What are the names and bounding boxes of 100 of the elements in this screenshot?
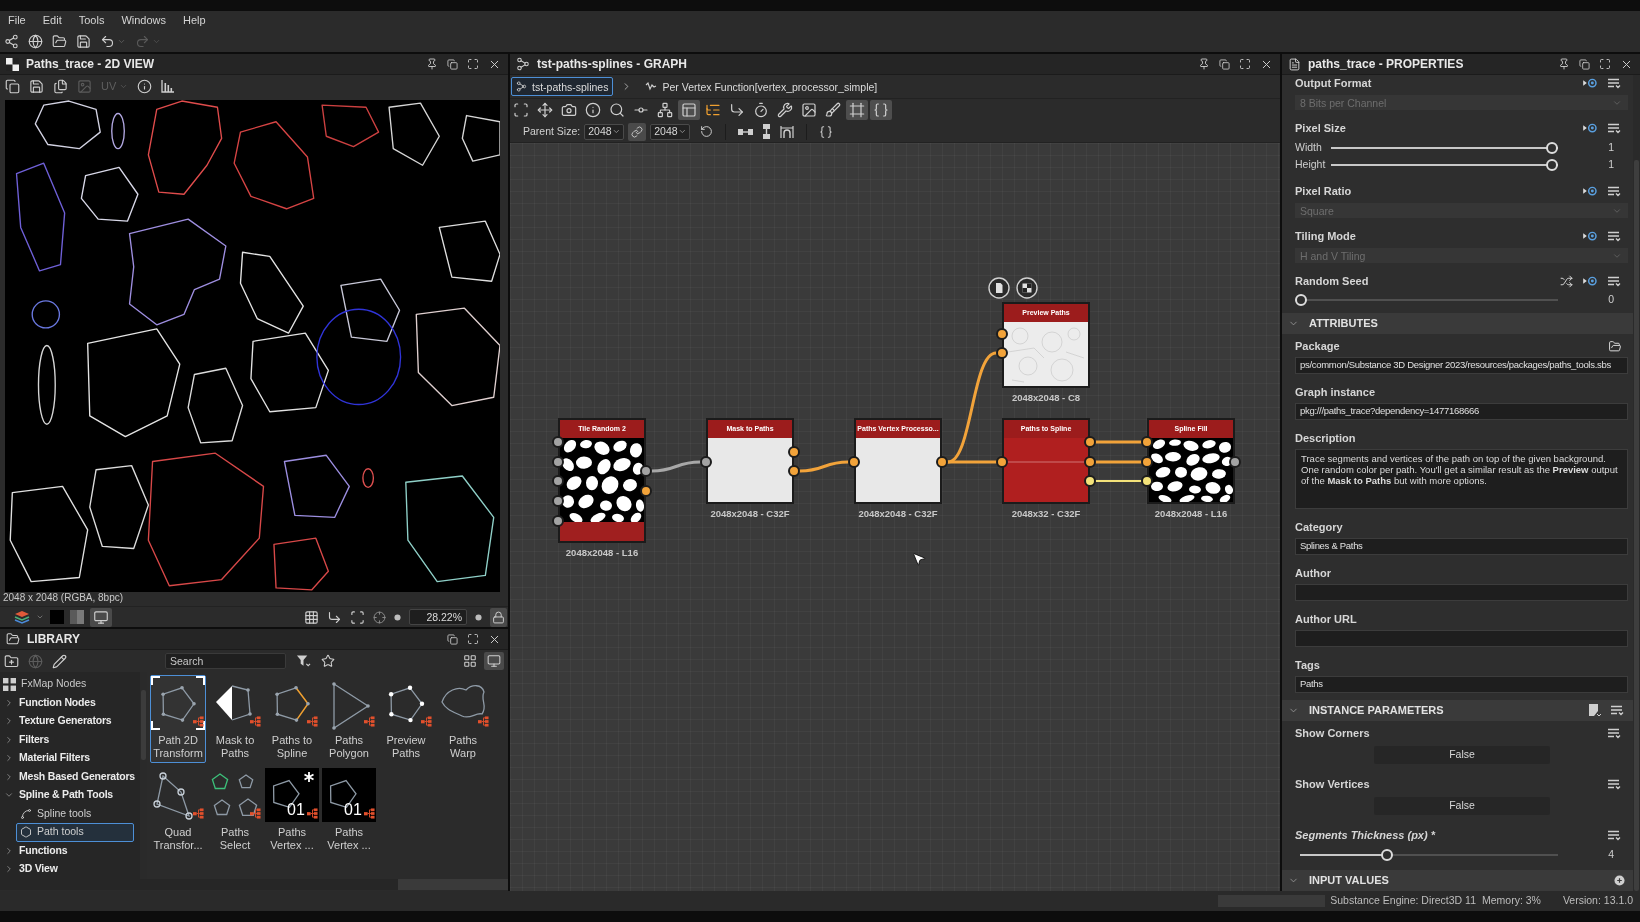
menu-item[interactable]: Edit [42, 12, 62, 29]
node-link[interactable] [1094, 460, 1143, 464]
expose-parameter-icon[interactable] [1583, 185, 1598, 197]
save-icon[interactable] [76, 33, 91, 49]
toggle-button[interactable]: False [1374, 746, 1550, 764]
pencil-icon[interactable] [52, 653, 67, 669]
layers-icon[interactable] [14, 610, 30, 624]
dropdown[interactable]: 2048 [584, 123, 625, 140]
input-port[interactable] [996, 456, 1008, 468]
grid-frame-icon[interactable] [846, 100, 868, 120]
reset-icon[interactable] [700, 125, 714, 138]
menu-icon[interactable] [1608, 829, 1622, 841]
add-circle-icon[interactable] [1614, 875, 1625, 886]
document-icon[interactable] [988, 277, 1010, 299]
menu-item[interactable]: Tools [78, 12, 105, 29]
input-port[interactable] [996, 347, 1008, 359]
text-field[interactable] [1295, 584, 1628, 601]
fit-view-icon[interactable] [350, 609, 365, 625]
input-port[interactable] [1141, 456, 1153, 468]
menu-item[interactable]: File [8, 12, 26, 29]
layout-icon[interactable] [678, 100, 700, 120]
slider-thumb[interactable] [1546, 141, 1558, 154]
node-link[interactable] [650, 460, 702, 473]
lock-icon[interactable] [490, 607, 507, 627]
open-folder-icon[interactable] [52, 33, 67, 49]
tree-item[interactable]: FxMap Nodes [0, 675, 140, 694]
library-item[interactable]: Path 2D Transform [150, 675, 206, 763]
menu-item[interactable]: Help [183, 12, 206, 29]
section-header[interactable]: INPUT VALUES [1282, 870, 1633, 891]
chevron-right-icon[interactable] [4, 771, 14, 782]
dot-icon[interactable] [394, 613, 401, 621]
expose-parameter-icon[interactable] [1583, 122, 1598, 134]
arch-icon[interactable] [780, 124, 795, 139]
toggle-button[interactable]: False [1374, 797, 1550, 815]
menu-icon[interactable] [1608, 778, 1622, 790]
zoom-field[interactable]: 28.22% [409, 609, 467, 625]
chevron-right-icon[interactable] [4, 845, 14, 856]
library-item[interactable]: 01 Paths Vertex ... [264, 767, 320, 855]
maximize-icon[interactable] [1599, 58, 1611, 70]
tree-item[interactable]: Spline & Path Tools [0, 786, 140, 805]
text-field[interactable]: ps/common/Substance 3D Designer 2023/resources/packages/paths_tools.sbs [1295, 357, 1628, 374]
pin-icon[interactable] [1198, 58, 1210, 70]
library-item[interactable]: Quad Transfor... [150, 767, 206, 855]
new-folder-icon[interactable] [4, 653, 19, 669]
breadcrumb[interactable]: tst-paths-splines [511, 77, 614, 96]
input-port[interactable] [1141, 436, 1153, 448]
crosshair-icon[interactable] [373, 610, 386, 624]
library-item[interactable]: Paths Select [207, 767, 263, 855]
library-item[interactable]: Mask to Paths [207, 675, 263, 763]
slider-thumb[interactable] [1295, 294, 1307, 306]
thumbnail-view-icon[interactable] [484, 652, 504, 670]
node-link[interactable] [946, 351, 998, 464]
pin-icon[interactable] [1558, 58, 1570, 70]
expose-parameter-icon[interactable] [1583, 77, 1598, 89]
menu-icon[interactable] [1608, 727, 1622, 739]
library-item[interactable]: Paths Warp [435, 675, 491, 763]
text-field[interactable] [1295, 630, 1628, 647]
horizontal-scrollbar[interactable] [0, 879, 508, 890]
input-port[interactable] [848, 456, 860, 468]
tree-item[interactable]: Spline tools [16, 804, 134, 823]
expose-parameter-icon[interactable] [1583, 230, 1598, 242]
text-field[interactable]: pkg:///paths_trace?dependency=1477168666 [1295, 403, 1628, 420]
input-port[interactable] [996, 328, 1008, 340]
input-port[interactable] [552, 515, 564, 527]
node-link[interactable] [798, 460, 850, 473]
checkerboard-icon[interactable] [1016, 277, 1038, 299]
section-header[interactable]: ATTRIBUTES [1282, 313, 1633, 334]
tree-item[interactable]: Texture Generators [0, 712, 140, 731]
input-port[interactable] [552, 436, 564, 448]
expose-parameter-icon[interactable] [1583, 275, 1598, 287]
input-port[interactable] [700, 456, 712, 468]
menu-icon[interactable] [1608, 77, 1622, 89]
node-spacing-icon[interactable] [738, 126, 754, 137]
files-icon[interactable] [53, 78, 68, 94]
dropdown[interactable]: 2048 [650, 123, 691, 140]
background-swatch-icon[interactable] [50, 610, 64, 624]
tree-item[interactable]: 3D View [0, 860, 140, 879]
menu-icon[interactable] [1608, 275, 1622, 287]
info-icon[interactable] [137, 78, 153, 94]
nodes-icon[interactable] [4, 33, 19, 49]
section-header[interactable]: INSTANCE PARAMETERS [1282, 700, 1633, 721]
library-item[interactable]: Paths Polygon [321, 675, 377, 763]
folder-icon[interactable] [1608, 339, 1622, 353]
pin-icon[interactable] [426, 58, 438, 70]
input-port[interactable] [552, 456, 564, 468]
caret-icon[interactable] [36, 613, 44, 621]
braces-icon[interactable] [819, 124, 834, 139]
copy-icon[interactable] [5, 78, 20, 94]
histogram-icon[interactable] [161, 79, 176, 93]
split-swatch-icon[interactable] [70, 610, 84, 624]
tree-item[interactable]: Filters [0, 730, 140, 749]
shuffle-icon[interactable] [1560, 274, 1573, 288]
menu-icon[interactable] [1611, 705, 1625, 716]
menu-item[interactable]: Windows [121, 12, 166, 29]
search-field[interactable]: Search [165, 653, 286, 669]
chevron-right-icon[interactable] [4, 734, 14, 745]
node-link[interactable] [946, 460, 998, 464]
maximize-icon[interactable] [467, 633, 479, 645]
library-item[interactable]: Paths to Spline [264, 675, 320, 763]
float-window-icon[interactable] [447, 58, 458, 70]
